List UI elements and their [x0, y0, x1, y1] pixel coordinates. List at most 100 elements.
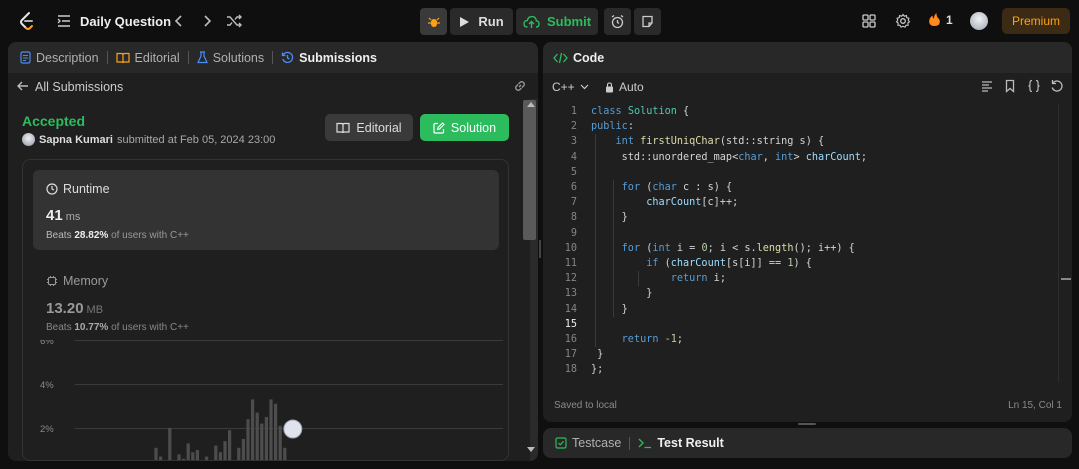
code-line[interactable]: 7 charCount[c]++; — [543, 195, 1058, 210]
code-text[interactable]: int firstUniqChar(std::string s) { — [591, 136, 825, 147]
code-text[interactable]: } — [591, 349, 603, 360]
streak-counter[interactable]: 1 — [928, 12, 953, 27]
submitter-name[interactable]: Sapna Kumari — [39, 134, 113, 146]
chart-user-marker[interactable] — [283, 419, 303, 439]
debug-button[interactable] — [420, 8, 447, 35]
run-button[interactable]: Run — [450, 8, 513, 35]
submitter-avatar[interactable] — [22, 133, 35, 146]
tab-submissions[interactable]: Submissions — [281, 51, 377, 65]
code-line[interactable]: 9 — [543, 226, 1058, 241]
chart-bar[interactable] — [177, 454, 181, 461]
code-text[interactable]: std::unordered_map<char, int> charCount; — [591, 152, 867, 163]
chart-bar[interactable] — [154, 447, 158, 461]
runtime-box[interactable]: Runtime 41 ms Beats 28.82% of users with … — [33, 170, 499, 250]
code-text[interactable]: class Solution { — [591, 106, 689, 117]
solution-button[interactable]: Solution — [420, 114, 509, 141]
share-link-icon[interactable] — [513, 79, 527, 93]
leetcode-logo-icon[interactable] — [17, 11, 37, 31]
chart-bar[interactable] — [246, 419, 250, 461]
code-line[interactable]: 4 std::unordered_map<char, int> charCoun… — [543, 150, 1058, 165]
code-text[interactable]: return i; — [591, 273, 726, 284]
scroll-up-arrow[interactable] — [527, 102, 535, 107]
code-line[interactable]: 13 } — [543, 286, 1058, 301]
chart-bar[interactable] — [278, 425, 282, 461]
chart-bar[interactable] — [223, 441, 227, 461]
format-lines-icon[interactable] — [980, 79, 994, 93]
settings-gear-icon[interactable] — [895, 13, 911, 29]
chart-bar[interactable] — [228, 430, 232, 461]
chart-bar[interactable] — [191, 452, 195, 461]
horizontal-split-handle[interactable] — [798, 423, 816, 425]
chart-bar[interactable] — [260, 423, 264, 461]
code-scrollbar[interactable] — [1058, 104, 1072, 382]
code-text[interactable]: } — [591, 288, 652, 299]
chart-bar[interactable] — [168, 428, 172, 461]
chart-bar[interactable] — [237, 447, 241, 461]
code-text[interactable]: } — [591, 212, 628, 223]
chart-bar[interactable] — [255, 412, 259, 461]
code-line[interactable]: 2 public: — [543, 119, 1058, 134]
bookmark-icon[interactable] — [1003, 79, 1017, 93]
braces-icon[interactable] — [1027, 79, 1041, 93]
chart-bar[interactable] — [186, 443, 190, 461]
premium-button[interactable]: Premium — [1002, 8, 1070, 34]
notes-button[interactable] — [634, 8, 661, 35]
chart-bar[interactable] — [264, 417, 268, 461]
scroll-down-arrow[interactable] — [527, 447, 535, 452]
tab-editorial[interactable]: Editorial — [115, 51, 180, 65]
code-line[interactable]: 3 int firstUniqChar(std::string s) { — [543, 134, 1058, 149]
code-text[interactable]: for (int i = 0; i < s.length(); i++) { — [591, 243, 855, 254]
code-line[interactable]: 10 for (int i = 0; i < s.length(); i++) … — [543, 241, 1058, 256]
code-line[interactable]: 12 return i; — [543, 271, 1058, 286]
code-text[interactable]: } — [591, 304, 628, 315]
tab-solutions[interactable]: Solutions — [196, 51, 264, 65]
code-line[interactable]: 15 — [543, 317, 1058, 332]
code-text[interactable]: }; — [591, 364, 603, 375]
chart-bar[interactable] — [205, 456, 209, 461]
memory-distribution-chart[interactable]: 6% 4% 2% — [23, 340, 509, 461]
vertical-split-handle[interactable] — [539, 240, 541, 258]
prev-problem-icon[interactable] — [171, 13, 187, 29]
editorial-button[interactable]: Editorial — [325, 114, 413, 141]
code-line[interactable]: 5 — [543, 165, 1058, 180]
code-line[interactable]: 8 } — [543, 210, 1058, 225]
code-text[interactable]: if (charCount[s[i]] == 1) { — [591, 258, 812, 269]
chart-bar[interactable] — [214, 445, 218, 461]
reset-code-icon[interactable] — [1050, 79, 1064, 93]
code-line[interactable]: 17 } — [543, 347, 1058, 362]
problem-list-icon[interactable] — [57, 14, 71, 28]
code-line[interactable]: 1 class Solution { — [543, 104, 1058, 119]
chart-bar[interactable] — [195, 450, 199, 461]
code-editor[interactable]: 1 class Solution {2 public: 3 int firstUniq… — [543, 104, 1072, 382]
code-text[interactable]: public: — [591, 121, 634, 132]
code-line[interactable]: 11 if (charCount[s[i]] == 1) { — [543, 256, 1058, 271]
timer-button[interactable] — [604, 8, 631, 35]
code-line[interactable]: 16 return -1; — [543, 332, 1058, 347]
code-tab[interactable]: Code — [543, 42, 1072, 73]
layout-grid-icon[interactable] — [861, 13, 877, 29]
code-line[interactable]: 14 } — [543, 302, 1058, 317]
language-select[interactable]: C++ — [552, 80, 589, 94]
chart-bar[interactable] — [283, 447, 287, 461]
code-text[interactable]: return -1; — [591, 334, 683, 345]
tab-description[interactable]: Description — [20, 51, 99, 65]
chart-bar[interactable] — [251, 399, 255, 461]
chart-bar[interactable] — [218, 452, 222, 461]
shuffle-icon[interactable] — [226, 13, 242, 29]
left-scrollbar-thumb[interactable] — [523, 100, 536, 240]
chart-bar[interactable] — [269, 399, 273, 461]
problem-list-title[interactable]: Daily Question — [80, 14, 171, 29]
submit-button[interactable]: Submit — [516, 8, 598, 35]
chart-bar[interactable] — [182, 458, 186, 461]
auto-mode-toggle[interactable]: Auto — [605, 80, 644, 94]
chart-bar[interactable] — [241, 439, 245, 461]
next-problem-icon[interactable] — [199, 13, 215, 29]
tab-testcase[interactable]: Testcase — [555, 436, 621, 450]
code-line[interactable]: 18}; — [543, 362, 1058, 377]
chart-bar[interactable] — [274, 403, 278, 461]
user-avatar[interactable] — [970, 12, 988, 30]
back-arrow-icon[interactable] — [16, 79, 30, 93]
memory-label[interactable]: Memory — [46, 274, 108, 288]
chart-bar[interactable] — [159, 456, 163, 461]
tab-test-result[interactable]: Test Result — [638, 436, 724, 450]
